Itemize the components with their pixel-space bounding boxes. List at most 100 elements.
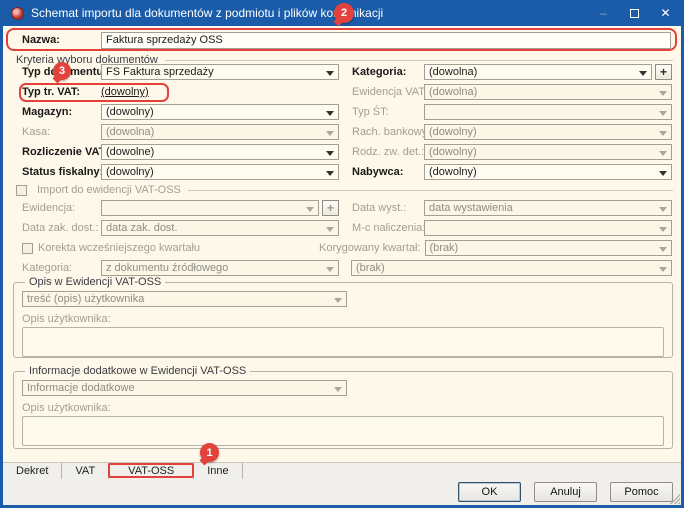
chevron-down-icon <box>326 267 334 272</box>
chevron-down-icon <box>659 267 667 272</box>
rach-bankowy-value: (dowolny) <box>429 126 477 138</box>
chevron-down-icon <box>326 171 334 176</box>
data-wyst-value: data wystawienia <box>429 202 513 214</box>
chevron-down-icon <box>306 207 314 212</box>
typ-st-label: Typ ŚT: <box>352 106 424 118</box>
info-combo-value: Informacje dodatkowe <box>27 382 135 394</box>
data-zak-dost-combo: data zak. dost. <box>101 220 339 236</box>
ewidencja-vat-combo: (dowolna) <box>424 84 672 100</box>
rodz-zw-det-label: Rodz. zw. det.: <box>352 146 424 158</box>
minimize-icon: – <box>588 0 619 26</box>
chevron-down-icon <box>326 227 334 232</box>
chevron-down-icon <box>326 111 334 116</box>
info-combo: Informacje dodatkowe <box>22 380 347 396</box>
opis-caption: Opis w Ewidencji VAT-OSS <box>25 276 165 288</box>
row-kasa: Kasa: (dowolna) Rach. bankowy: (dowolny) <box>3 122 681 142</box>
tab-vat-oss[interactable]: VAT-OSS <box>109 463 194 479</box>
add-ewidencja-button: + <box>322 200 339 216</box>
vatoss-grid: Ewidencja: + Data wyst.: data wystawieni… <box>3 198 681 278</box>
row-typ-dokumentu: Typ dokumentu: FS Faktura sprzedaży Kate… <box>3 62 681 82</box>
status-fiskalny-combo[interactable]: (dowolny) <box>101 164 339 180</box>
kategoria-zrodlo-label: Kategoria: <box>22 262 101 274</box>
data-zak-dost-label: Data zak. dost.: <box>22 222 101 234</box>
chevron-down-icon <box>659 111 667 116</box>
chevron-down-icon <box>659 91 667 96</box>
typ-dokumentu-combo[interactable]: FS Faktura sprzedaży <box>101 64 339 80</box>
tab-dekret[interactable]: Dekret <box>3 463 62 479</box>
opis-fieldset: Opis w Ewidencji VAT-OSS treść (opis) uż… <box>13 276 673 358</box>
resize-grip[interactable] <box>669 493 680 504</box>
rozliczenie-vat-label: Rozliczenie VAT: <box>22 146 101 158</box>
anuluj-button[interactable]: Anuluj <box>534 482 597 502</box>
kasa-label: Kasa: <box>22 126 101 138</box>
button-bar: OK Anuluj Pomoc <box>3 479 681 505</box>
bottom-tab-strip: Dekret VAT VAT-OSS Inne <box>3 462 681 479</box>
vatoss-section-header: Import do ewidencji VAT-OSS <box>16 183 673 197</box>
rozliczenie-vat-value: (dowolne) <box>106 146 154 158</box>
nabywca-label: Nabywca: <box>352 166 424 178</box>
korygowany-kwartal-combo: (brak) <box>425 240 673 256</box>
data-zak-dost-value: data zak. dost. <box>106 222 178 234</box>
magazyn-combo[interactable]: (dowolny) <box>101 104 339 120</box>
kategoria-label: Kategoria: <box>352 66 424 78</box>
typ-dokumentu-value: FS Faktura sprzedaży <box>106 66 214 78</box>
opis-uzytkownika-textarea <box>22 327 664 357</box>
typ-tr-vat-link[interactable]: (dowolny) <box>101 86 149 98</box>
korygowany-kwartal-label: Korygowany kwartał: <box>319 242 425 254</box>
nazwa-row: Nazwa: <box>3 30 681 50</box>
window-title: Schemat importu dla dokumentów z podmiot… <box>31 6 383 20</box>
nazwa-input[interactable] <box>101 32 671 49</box>
brak-combo: (brak) <box>351 260 672 276</box>
data-wyst-label: Data wyst.: <box>352 202 424 214</box>
add-kategoria-button[interactable]: + <box>655 64 672 80</box>
rozliczenie-vat-combo[interactable]: (dowolne) <box>101 144 339 160</box>
maximize-icon[interactable] <box>619 0 650 26</box>
kategoria-zrodlo-value: z dokumentu źródłowego <box>106 262 228 274</box>
chevron-down-icon <box>659 227 667 232</box>
rach-bankowy-combo: (dowolny) <box>424 124 672 140</box>
chevron-down-icon <box>659 247 667 252</box>
dialog-window: Schemat importu dla dokumentów z podmiot… <box>0 0 684 508</box>
ewidencja-label: Ewidencja: <box>22 202 101 214</box>
nabywca-combo[interactable]: (dowolny) <box>424 164 672 180</box>
tab-vat[interactable]: VAT <box>62 463 109 479</box>
close-icon[interactable]: ✕ <box>650 0 681 26</box>
chevron-down-icon <box>659 207 667 212</box>
typ-st-combo <box>424 104 672 120</box>
typ-tr-vat-label: Typ tr. VAT: <box>22 86 101 98</box>
status-fiskalny-value: (dowolny) <box>106 166 154 178</box>
ewidencja-vat-label: Ewidencja VAT: <box>352 86 424 98</box>
status-fiskalny-label: Status fiskalny: <box>22 166 101 178</box>
rodz-zw-det-combo: (dowolny) <box>424 144 672 160</box>
kategoria-zrodlo-combo: z dokumentu źródłowego <box>101 260 339 276</box>
mc-naliczenia-label: M-c naliczenia: <box>352 222 424 234</box>
row-data-zak-dost: Data zak. dost.: data zak. dost. M-c nal… <box>3 218 681 238</box>
chevron-down-icon <box>334 298 342 303</box>
pomoc-button[interactable]: Pomoc <box>610 482 673 502</box>
chevron-down-icon <box>326 151 334 156</box>
kategoria-combo[interactable]: (dowolna) <box>424 64 652 80</box>
kategoria-value: (dowolna) <box>429 66 477 78</box>
info-uzytkownika-label: Opis użytkownika: <box>22 402 664 414</box>
magazyn-value: (dowolny) <box>106 106 154 118</box>
dialog-client: Nazwa: Kryteria wyboru dokumentów Typ do… <box>3 26 681 505</box>
chevron-down-icon <box>326 71 334 76</box>
chevron-down-icon <box>334 387 342 392</box>
ewidencja-vat-value: (dowolna) <box>429 86 477 98</box>
data-wyst-combo: data wystawienia <box>424 200 672 216</box>
opis-combo: treść (opis) użytkownika <box>22 291 347 307</box>
nazwa-label: Nazwa: <box>22 34 101 46</box>
ok-button[interactable]: OK <box>458 482 521 502</box>
import-vatoss-checkbox <box>16 185 27 196</box>
maximize-box-glyph <box>630 9 639 18</box>
row-magazyn: Magazyn: (dowolny) Typ ŚT: <box>3 102 681 122</box>
tab-inne[interactable]: Inne <box>194 463 242 479</box>
kasa-combo: (dowolna) <box>101 124 339 140</box>
rach-bankowy-label: Rach. bankowy: <box>352 126 424 138</box>
korekta-checkbox <box>22 243 33 254</box>
info-fieldset: Informacje dodatkowe w Ewidencji VAT-OSS… <box>13 365 673 449</box>
mc-naliczenia-combo <box>424 220 672 236</box>
vatoss-divider <box>188 190 673 191</box>
magazyn-label: Magazyn: <box>22 106 101 118</box>
opis-combo-value: treść (opis) użytkownika <box>27 293 144 305</box>
